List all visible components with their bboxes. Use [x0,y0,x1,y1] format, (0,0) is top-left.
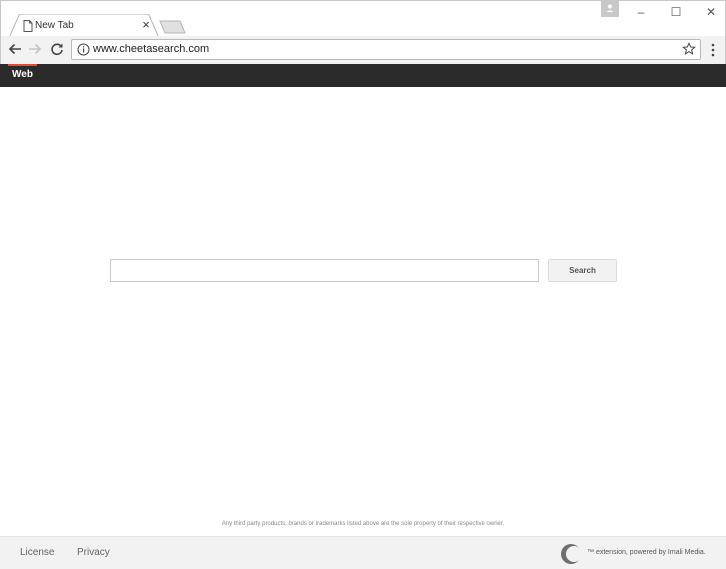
new-tab-icon [159,20,186,34]
powered-by-text: ™ extension, powered by Imali Media. [587,549,706,556]
back-button[interactable] [7,41,23,57]
active-tab-indicator [8,64,37,66]
page-icon [21,19,35,33]
new-tab-button[interactable] [159,20,186,34]
license-link[interactable]: License [20,547,54,558]
bookmark-star-icon[interactable] [682,42,696,56]
maximize-button[interactable]: ☐ [667,5,685,19]
site-nav-bar: Web [0,64,726,87]
person-icon [606,4,614,12]
forward-arrow-icon [29,43,42,55]
brand-logo-icon [560,543,582,565]
nav-tab-web[interactable]: Web [8,64,37,87]
trademark-disclaimer: Any third party products, brands or trad… [221,521,505,527]
url-text[interactable]: www.cheetasearch.com [93,43,209,55]
profile-button[interactable] [601,1,619,17]
search-input[interactable] [110,259,539,282]
browser-menu-icon[interactable] [707,42,719,58]
reload-icon [51,43,63,56]
forward-button[interactable] [27,41,43,57]
minimize-button[interactable]: – [632,5,650,19]
search-button[interactable]: Search [548,259,617,282]
address-bar[interactable]: www.cheetasearch.com [71,39,701,60]
tab-title: New Tab [35,20,74,31]
reload-button[interactable] [49,41,65,57]
browser-toolbar: www.cheetasearch.com [0,36,726,64]
close-tab-icon[interactable]: × [139,18,153,32]
browser-tab-active[interactable]: New Tab × [9,14,160,38]
back-arrow-icon [8,43,21,55]
nav-tab-web-label: Web [12,69,33,80]
powered-by: ™ extension, powered by Imali Media. [560,543,726,565]
footer: License Privacy ™ extension, powered by … [0,536,726,569]
privacy-link[interactable]: Privacy [77,547,110,558]
info-icon[interactable] [77,43,90,56]
browser-titlebar: New Tab × – ☐ ✕ [0,0,726,38]
close-window-button[interactable]: ✕ [702,5,720,19]
